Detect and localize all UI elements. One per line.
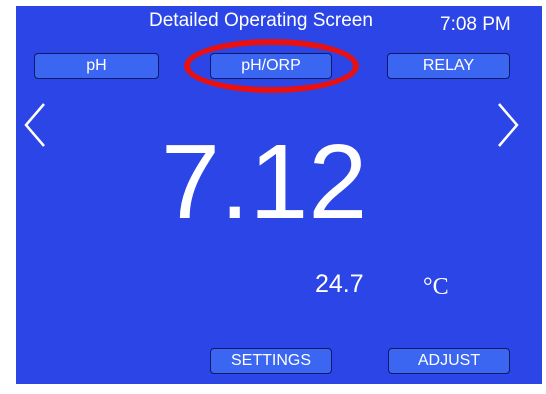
temperature-value: 24.7 bbox=[315, 270, 364, 298]
chevron-right-icon[interactable] bbox=[496, 101, 520, 149]
highlight-annotation bbox=[184, 39, 359, 93]
clock-time: 7:08 PM bbox=[440, 14, 511, 35]
settings-button[interactable]: SETTINGS bbox=[210, 348, 332, 374]
adjust-button[interactable]: ADJUST bbox=[388, 348, 510, 374]
operating-screen: Detailed Operating Screen 7:08 PM pH pH/… bbox=[16, 6, 542, 384]
screen-title: Detailed Operating Screen bbox=[149, 10, 373, 31]
chevron-left-icon[interactable] bbox=[23, 101, 47, 149]
tab-ph[interactable]: pH bbox=[34, 53, 159, 79]
tab-relay[interactable]: RELAY bbox=[387, 53, 510, 79]
temperature-unit: °C bbox=[423, 274, 449, 300]
ph-reading-value: 7.12 bbox=[161, 123, 368, 241]
